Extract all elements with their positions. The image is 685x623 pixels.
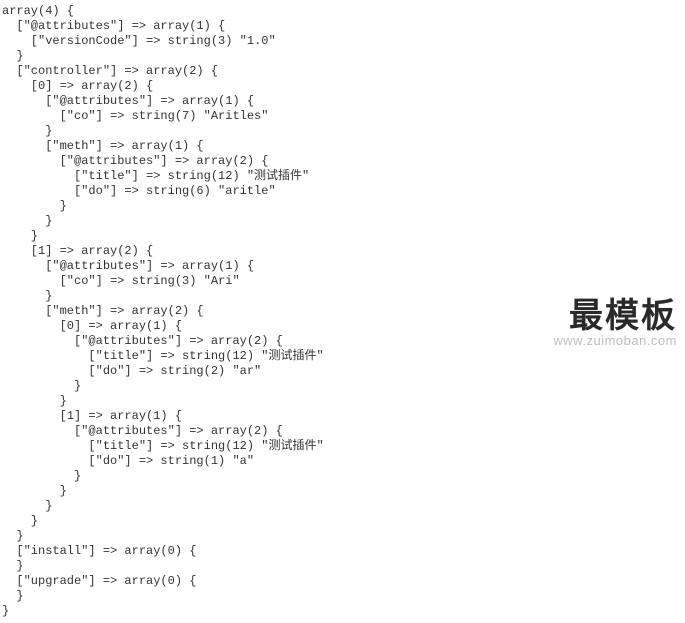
code-line: ["title"] => string(12) "测试插件" <box>2 349 683 364</box>
code-line: ["do"] => string(2) "ar" <box>2 364 683 379</box>
code-line: } <box>2 469 683 484</box>
code-line: ["@attributes"] => array(2) { <box>2 424 683 439</box>
code-line: ["co"] => string(3) "Ari" <box>2 274 683 289</box>
code-line: ["install"] => array(0) { <box>2 544 683 559</box>
code-line: } <box>2 379 683 394</box>
code-line: [1] => array(2) { <box>2 244 683 259</box>
code-line: ["@attributes"] => array(2) { <box>2 154 683 169</box>
code-line: ["do"] => string(6) "aritle" <box>2 184 683 199</box>
code-line: } <box>2 589 683 604</box>
code-line: } <box>2 604 683 619</box>
code-line: [0] => array(2) { <box>2 79 683 94</box>
code-line: ["@attributes"] => array(2) { <box>2 334 683 349</box>
php-vardump-output: array(4) { ["@attributes"] => array(1) {… <box>0 0 685 623</box>
code-line: ["co"] => string(7) "Aritles" <box>2 109 683 124</box>
code-line: ["meth"] => array(2) { <box>2 304 683 319</box>
code-line: ["versionCode"] => string(3) "1.0" <box>2 34 683 49</box>
code-line: } <box>2 124 683 139</box>
code-line: } <box>2 214 683 229</box>
code-line: } <box>2 559 683 574</box>
code-line: } <box>2 499 683 514</box>
code-line: ["@attributes"] => array(1) { <box>2 19 683 34</box>
code-line: array(4) { <box>2 4 683 19</box>
code-line: } <box>2 229 683 244</box>
code-line: [1] => array(1) { <box>2 409 683 424</box>
code-line: ["controller"] => array(2) { <box>2 64 683 79</box>
code-line: } <box>2 49 683 64</box>
code-line: ["title"] => string(12) "测试插件" <box>2 169 683 184</box>
code-line: ["title"] => string(12) "测试插件" <box>2 439 683 454</box>
code-line: ["do"] => string(1) "a" <box>2 454 683 469</box>
code-line: ["upgrade"] => array(0) { <box>2 574 683 589</box>
code-line: [0] => array(1) { <box>2 319 683 334</box>
code-line: } <box>2 484 683 499</box>
code-line: ["@attributes"] => array(1) { <box>2 94 683 109</box>
code-line: } <box>2 199 683 214</box>
code-line: ["meth"] => array(1) { <box>2 139 683 154</box>
code-line: } <box>2 529 683 544</box>
code-line: } <box>2 514 683 529</box>
code-line: } <box>2 394 683 409</box>
code-line: ["@attributes"] => array(1) { <box>2 259 683 274</box>
code-line: } <box>2 289 683 304</box>
